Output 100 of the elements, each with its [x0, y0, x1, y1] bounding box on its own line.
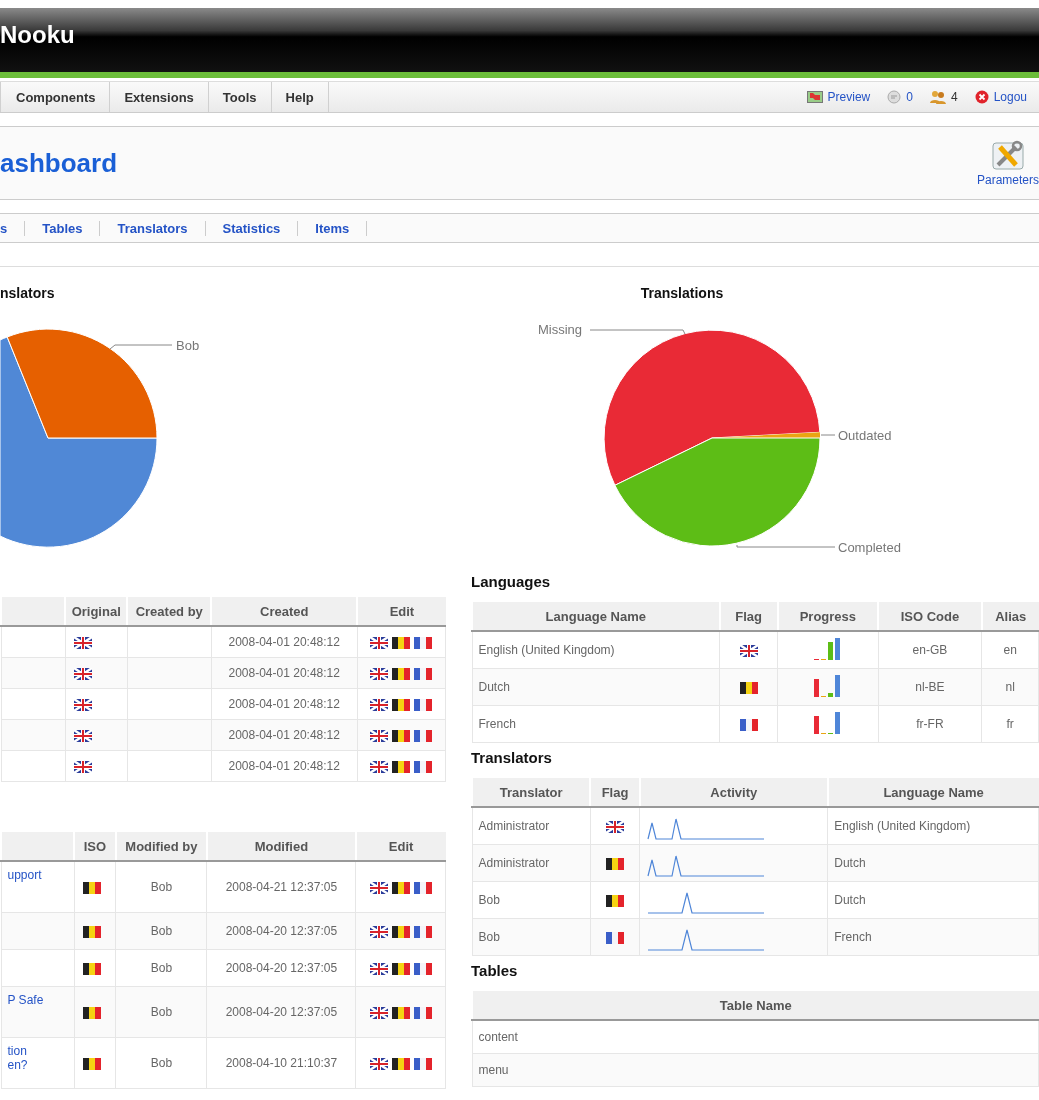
column-header: Original	[65, 597, 128, 626]
users-icon[interactable]	[929, 90, 946, 104]
table-cell: 2008-04-01 20:48:12	[211, 657, 358, 689]
table-cell: Bob	[472, 918, 591, 956]
column-header: Table Name	[472, 991, 1039, 1020]
flag-icon[interactable]	[392, 667, 411, 680]
menu-item[interactable]: Tools	[207, 82, 271, 112]
submenu-link[interactable]: s	[0, 220, 26, 236]
table-cell: Bob	[472, 881, 591, 919]
flag-icon[interactable]	[391, 881, 410, 894]
slice-label: Completed	[838, 540, 901, 555]
flag-icon[interactable]	[391, 1006, 410, 1019]
table-cell: Dutch	[472, 668, 720, 706]
tools-icon	[990, 139, 1026, 173]
table-cell: 2008-04-01 20:48:12	[211, 719, 358, 751]
page-title: ashboard	[0, 147, 118, 179]
submenu-link[interactable]: Statistics	[205, 220, 299, 236]
column-header: Edit	[355, 832, 446, 861]
progress-bars-drawing	[812, 673, 843, 698]
flag-icon[interactable]	[370, 667, 389, 680]
table-cell: French	[472, 705, 720, 743]
menu-item[interactable]: Components	[0, 82, 110, 112]
logo-text: Nooku	[0, 21, 75, 49]
table-cell: nl	[981, 668, 1039, 706]
column-header: ISO Code	[878, 602, 982, 631]
menu-item[interactable]: Help	[270, 82, 329, 112]
submenu-link[interactable]: Tables	[25, 220, 101, 236]
table-cell: nl-BE	[878, 668, 982, 706]
status-link[interactable]: 4	[950, 90, 958, 104]
flag-icon[interactable]	[391, 962, 410, 975]
flag-icon[interactable]	[369, 962, 388, 975]
column-header: Modified by	[115, 832, 207, 861]
table-cell: 2008-04-01 20:48:12	[211, 750, 358, 782]
table-cell: en-GB	[878, 631, 982, 669]
column-header: Progress	[777, 602, 879, 631]
flag-icon[interactable]	[370, 729, 389, 742]
section-heading: Languages	[471, 573, 552, 590]
flag-icon[interactable]	[392, 698, 411, 711]
chart-title: nslators	[0, 285, 55, 301]
slice-label: Missing	[538, 322, 583, 337]
table-cell: 2008-04-20 12:37:05	[207, 912, 356, 950]
column-header: Flag	[719, 602, 778, 631]
slice-label: Bob	[176, 338, 200, 353]
column-header: Created by	[127, 597, 212, 626]
table-cell: content	[472, 1020, 1039, 1054]
submenu-link[interactable]: Items	[298, 220, 368, 236]
table-cell: Bob	[115, 986, 207, 1038]
flag-icon[interactable]	[369, 1006, 388, 1019]
chart-title: Translations	[640, 285, 724, 301]
leader-line	[109, 344, 173, 350]
column-header: ISO	[74, 832, 116, 861]
flag-icon[interactable]	[392, 729, 411, 742]
table-cell: 2008-04-20 12:37:05	[207, 949, 356, 987]
table-cell: Bob	[115, 861, 207, 913]
progress-bars-drawing	[812, 710, 843, 735]
table-cell: Bob	[115, 1037, 207, 1089]
column-header: Modified	[207, 832, 356, 861]
item-link[interactable]: tion en?	[7, 1044, 28, 1072]
flag-icon[interactable]	[370, 698, 389, 711]
menu-item[interactable]: Extensions	[109, 82, 208, 112]
column-header: Flag	[590, 778, 640, 807]
logout-icon[interactable]	[974, 90, 989, 104]
item-link[interactable]: P Safe	[7, 993, 44, 1007]
flag-icon[interactable]	[369, 881, 388, 894]
flag-icon[interactable]	[369, 1057, 388, 1070]
section-heading: Tables	[471, 962, 519, 979]
column-header: Language Name	[472, 602, 720, 631]
table-cell: Bob	[115, 949, 207, 987]
column-header: Alias	[981, 602, 1039, 631]
column-header: Translator	[472, 778, 591, 807]
table-cell: Dutch	[827, 881, 1039, 919]
flag-icon[interactable]	[370, 636, 389, 649]
progress-bars-drawing	[812, 636, 843, 661]
table-cell: Bob	[115, 912, 207, 950]
column-header: Activity	[639, 778, 828, 807]
status-link[interactable]: Logou	[993, 90, 1027, 104]
preview-icon[interactable]	[806, 90, 823, 104]
flag-icon[interactable]	[392, 760, 411, 773]
slice-label: Outdated	[838, 428, 892, 443]
submenu-link[interactable]: Translators	[100, 220, 206, 236]
flag-icon[interactable]	[391, 925, 410, 938]
flag-icon[interactable]	[369, 925, 388, 938]
flag-icon[interactable]	[392, 636, 411, 649]
table-cell: fr	[981, 705, 1039, 743]
table-cell: English (United Kingdom)	[827, 807, 1039, 845]
table-cell: fr-FR	[878, 705, 982, 743]
status-link[interactable]: 0	[906, 90, 913, 104]
flag-icon[interactable]	[391, 1057, 410, 1070]
flag-icon[interactable]	[370, 760, 389, 773]
table-cell: French	[827, 918, 1039, 956]
column-header: Created	[211, 597, 358, 626]
column-header: Edit	[357, 597, 446, 626]
item-link[interactable]: upport	[7, 868, 42, 882]
parameters-button[interactable]: Parameters	[976, 139, 1039, 187]
status-link[interactable]: Preview	[827, 90, 871, 104]
table-cell: 2008-04-10 21:10:37	[207, 1037, 356, 1089]
table-cell: en	[981, 631, 1039, 669]
table-cell: English (United Kingdom)	[472, 631, 720, 669]
table-cell: 2008-04-20 12:37:05	[207, 986, 356, 1038]
table-cell: 2008-04-01 20:48:12	[211, 688, 358, 720]
